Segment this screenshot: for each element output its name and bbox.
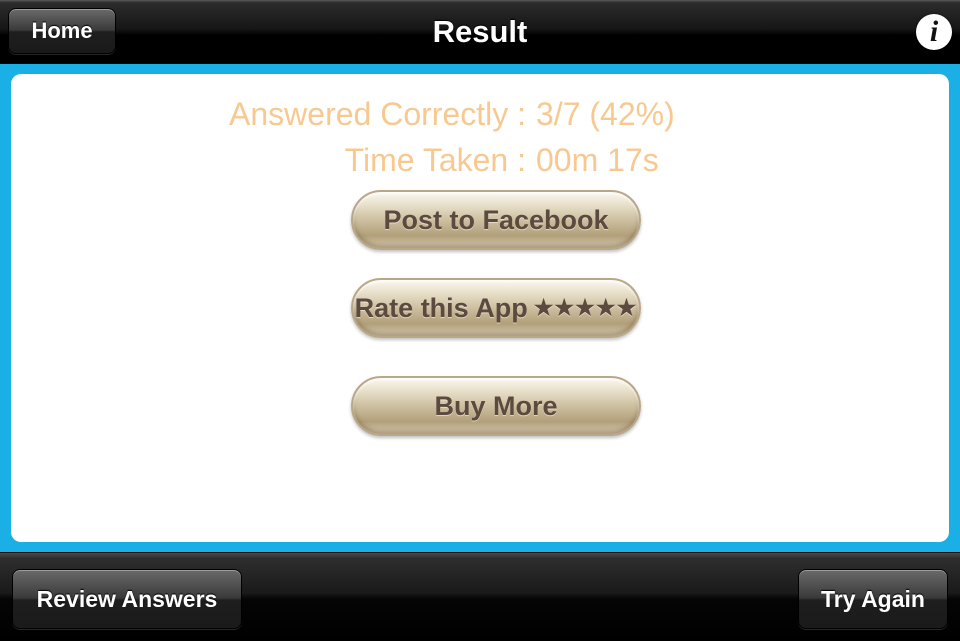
star-rating-icon: ★★★★★ xyxy=(533,295,638,320)
review-answers-button[interactable]: Review Answers xyxy=(12,569,242,629)
time-taken-value: 00m 17s xyxy=(536,142,659,178)
time-taken-row: Time Taken : 00m 17s xyxy=(11,142,949,182)
top-navigation-bar: Home Result i xyxy=(0,0,960,65)
answered-correctly-label: Answered Correctly : xyxy=(229,96,526,132)
info-icon: i xyxy=(929,15,939,48)
rate-app-button[interactable]: Rate this App ★★★★★ xyxy=(351,278,641,338)
answered-correctly-row: Answered Correctly : 3/7 (42%) xyxy=(11,96,949,136)
bottom-toolbar: Review Answers Try Again xyxy=(0,552,960,641)
page-title: Result xyxy=(432,14,528,49)
try-again-button[interactable]: Try Again xyxy=(798,569,948,629)
time-taken-label: Time Taken : xyxy=(344,142,526,178)
result-panel: Answered Correctly : 3/7 (42%) Time Take… xyxy=(11,74,949,542)
rate-app-label: Rate this App xyxy=(354,293,528,323)
answered-correctly-value: 3/7 (42%) xyxy=(536,96,675,132)
info-button[interactable]: i xyxy=(916,14,952,50)
content-frame: Answered Correctly : 3/7 (42%) Time Take… xyxy=(0,64,960,552)
buy-more-button[interactable]: Buy More xyxy=(351,376,641,436)
post-to-facebook-button[interactable]: Post to Facebook xyxy=(351,190,641,250)
post-to-facebook-label: Post to Facebook xyxy=(383,205,609,235)
buy-more-label: Buy More xyxy=(434,391,558,421)
